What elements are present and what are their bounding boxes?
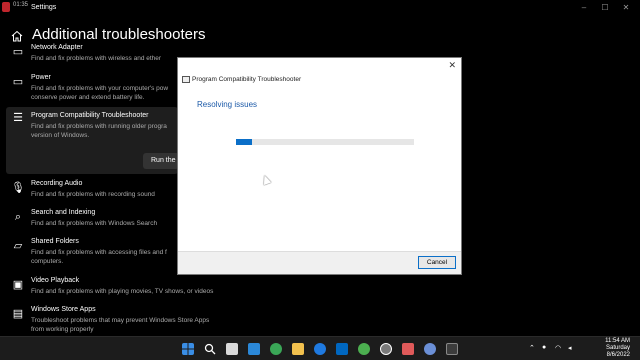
file-explorer-icon[interactable] <box>292 343 304 355</box>
search-icon: ⌕ <box>14 211 22 223</box>
troubleshooter-video-playback[interactable]: ▣ Video Playback Find and fix problems w… <box>0 275 214 301</box>
cancel-button[interactable]: Cancel <box>418 256 456 269</box>
dialog-close-button[interactable]: ✕ <box>448 60 456 71</box>
clock-date: 8/6/2022 <box>606 352 630 358</box>
search-icon[interactable] <box>204 343 216 355</box>
troubleshooter-search-indexing[interactable]: ⌕ Search and Indexing Find and fix probl… <box>0 207 178 233</box>
item-title: Search and Indexing <box>31 209 96 216</box>
dialog-footer: Cancel <box>178 251 461 274</box>
page-title: Additional troubleshooters <box>32 26 206 43</box>
volume-icon[interactable]: ◂ <box>568 344 572 352</box>
item-desc: Find and fix problems with your computer… <box>31 85 169 92</box>
troubleshooter-dialog: Program Compatibility Troubleshooter ✕ R… <box>177 57 462 275</box>
item-title: Program Compatibility Troubleshooter <box>31 112 149 119</box>
minimize-button[interactable]: – <box>578 2 590 14</box>
troubleshooter-taskbar-icon[interactable] <box>446 343 458 355</box>
item-title: Shared Folders <box>31 238 79 245</box>
item-desc: Find and fix problems with accessing fil… <box>31 249 167 256</box>
recording-indicator-icon <box>2 2 10 12</box>
monitor-icon: ▭ <box>12 46 24 58</box>
troubleshooter-shared-folders[interactable]: ▱ Shared Folders Find and fix problems w… <box>0 236 178 270</box>
store-icon: ▤ <box>12 308 24 320</box>
item-title: Recording Audio <box>31 180 83 187</box>
troubleshooter-recording-audio[interactable]: 🎙 Recording Audio Find and fix problems … <box>0 178 178 204</box>
microphone-icon[interactable]: ● <box>542 344 546 351</box>
task-view-icon[interactable] <box>226 343 238 355</box>
troubleshooter-power[interactable]: ▭ Power Find and fix problems with your … <box>0 72 178 106</box>
home-icon[interactable] <box>11 30 23 42</box>
progress-bar-fill <box>236 139 253 145</box>
item-title: Power <box>31 74 51 81</box>
dialog-title: Program Compatibility Troubleshooter <box>192 76 302 83</box>
wifi-icon[interactable]: ◠ <box>555 344 561 352</box>
item-desc: Find and fix problems with running older… <box>31 123 167 130</box>
chevron-up-icon[interactable]: ⌃ <box>529 344 535 352</box>
item-desc: Troubleshoot problems that may prevent W… <box>31 317 210 324</box>
widgets-icon[interactable] <box>248 343 260 355</box>
chrome-icon[interactable] <box>270 343 282 355</box>
title-bar: 01:35 Settings – ☐ ✕ <box>0 0 640 17</box>
taskbar-clock[interactable]: 11:54 AM Saturday 8/6/2022 <box>605 338 630 359</box>
item-title: Network Adapter <box>31 44 83 51</box>
item-title: Windows Store Apps <box>31 306 96 313</box>
item-title: Video Playback <box>31 277 80 284</box>
item-desc: Find and fix problems with playing movie… <box>31 288 214 295</box>
item-desc: Find and fix problems with recording sou… <box>31 191 155 198</box>
clock-time: 11:54 AM <box>605 338 630 344</box>
dialog-status-text: Resolving issues <box>197 100 258 109</box>
battery-icon: ▭ <box>12 76 24 88</box>
item-desc: computers. <box>31 258 64 265</box>
item-desc: from working properly <box>31 326 94 333</box>
item-desc: conserve power and extend battery life. <box>31 94 145 101</box>
folder-icon: ▱ <box>13 240 23 252</box>
list-icon: ☰ <box>13 112 23 124</box>
troubleshooter-windows-store-apps[interactable]: ▤ Windows Store Apps Troubleshoot proble… <box>0 304 209 334</box>
item-desc: Find and fix problems with Windows Searc… <box>31 220 158 227</box>
close-window-button[interactable]: ✕ <box>620 2 632 14</box>
microphone-icon: 🎙 <box>11 182 25 194</box>
settings-gear-icon[interactable] <box>424 343 436 355</box>
troubleshooter-network-adapter[interactable]: ▭ Network Adapter Find and fix problems … <box>0 42 178 70</box>
obs-icon[interactable] <box>380 343 392 355</box>
edge-icon[interactable] <box>314 343 326 355</box>
run-troubleshooter-button[interactable]: Run the <box>143 153 179 169</box>
clock-day: Saturday <box>605 345 630 351</box>
store-icon[interactable] <box>336 343 348 355</box>
chrome-profile-icon[interactable] <box>358 343 370 355</box>
app-icon[interactable] <box>402 343 414 355</box>
app-title: Settings <box>31 4 57 11</box>
recording-time: 01:35 <box>13 2 29 8</box>
video-icon: ▣ <box>12 279 24 291</box>
windows-start-icon[interactable] <box>182 343 194 355</box>
app-window-icon <box>182 76 190 83</box>
item-desc: version of Windows. <box>31 132 90 139</box>
maximize-button[interactable]: ☐ <box>599 2 611 14</box>
taskbar: ⌃ ● ◠ ◂ 11:54 AM Saturday 8/6/2022 <box>0 336 640 360</box>
item-desc: Find and fix problems with wireless and … <box>31 55 162 62</box>
progress-bar <box>236 139 414 145</box>
